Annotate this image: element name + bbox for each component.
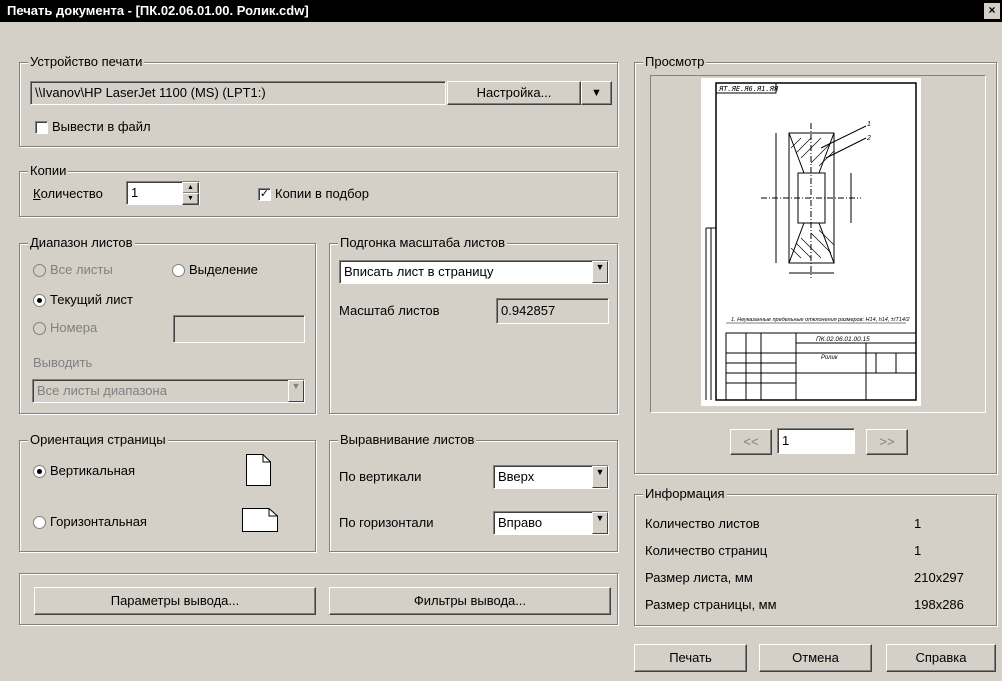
portrait-radio[interactable]: [33, 465, 46, 478]
info-label: Размер листа, мм: [645, 570, 753, 585]
chevron-down-icon: ▼: [592, 512, 608, 534]
chevron-down-icon: ▼: [592, 466, 608, 488]
print-to-file-checkbox[interactable]: [35, 121, 48, 134]
scale-label: Масштаб листов: [339, 303, 440, 318]
align-vertical-label: По вертикали: [339, 469, 422, 484]
title-bar: Печать документа - [ПК.02.06.01.00. Роли…: [0, 0, 1002, 22]
window-title: Печать документа - [ПК.02.06.01.00. Роли…: [7, 3, 309, 18]
range-legend: Диапазон листов: [28, 235, 135, 250]
setup-button[interactable]: Настройка...: [447, 81, 581, 105]
align-horizontal-label: По горизонтали: [339, 515, 434, 530]
orientation-legend: Ориентация страницы: [28, 432, 168, 447]
print-button[interactable]: Печать: [634, 644, 747, 672]
svg-text:2: 2: [866, 135, 871, 142]
range-current-label: Текущий лист: [50, 292, 133, 307]
collate-checkbox[interactable]: ✓: [258, 188, 271, 201]
stepper-down-icon[interactable]: ▼: [182, 193, 199, 205]
output-select[interactable]: Все листы диапазона ▼: [32, 379, 305, 403]
help-button[interactable]: Справка: [886, 644, 996, 672]
range-numbers-label: Номера: [50, 320, 98, 335]
prev-page-button[interactable]: <<: [730, 429, 772, 455]
page-number-field[interactable]: 1: [777, 428, 855, 454]
drawing-preview: ЯТ.ЯЕ.Я6.Я1.ЯЯ 1 2 1. Неуказанные предел…: [701, 78, 921, 406]
landscape-label: Горизонтальная: [50, 514, 147, 529]
svg-text:ЯТ.ЯЕ.Я6.Я1.ЯЯ: ЯТ.ЯЕ.Я6.Я1.ЯЯ: [718, 85, 779, 93]
orientation-group: Ориентация страницы: [19, 432, 316, 552]
chevron-right-icon: >>: [879, 434, 895, 449]
info-legend: Информация: [643, 486, 727, 501]
print-device-legend: Устройство печати: [28, 54, 145, 69]
print-to-file-label: Вывести в файл: [52, 119, 151, 134]
svg-text:Ролик: Ролик: [821, 355, 839, 361]
close-icon[interactable]: ×: [984, 3, 1000, 19]
landscape-radio[interactable]: [33, 516, 46, 529]
range-numbers-input[interactable]: [173, 315, 305, 343]
output-params-button[interactable]: Параметры вывода...: [34, 587, 316, 615]
chevron-down-icon: ▼: [592, 261, 608, 283]
cancel-button[interactable]: Отмена: [759, 644, 872, 672]
svg-text:1: 1: [867, 121, 871, 128]
align-group: Выравнивание листов: [329, 432, 618, 552]
chevron-down-icon: ▼: [591, 87, 602, 99]
chevron-down-icon: ▼: [288, 380, 304, 402]
printer-field[interactable]: \\Ivanov\HP LaserJet 1100 (MS) (LPT1:): [30, 81, 446, 105]
setup-dropdown-button[interactable]: ▼: [581, 81, 612, 105]
range-current-radio[interactable]: [33, 294, 46, 307]
range-selection-label: Выделение: [189, 262, 258, 277]
align-horizontal-select[interactable]: Вправо ▼: [493, 511, 609, 535]
range-selection-radio[interactable]: [172, 264, 185, 277]
copies-count-label: Количество: [33, 186, 103, 201]
svg-text:1. Неуказанные предельные откл: 1. Неуказанные предельные отклонения раз…: [731, 317, 910, 323]
scale-value-field[interactable]: 0.942857: [496, 298, 609, 324]
info-label: Размер страницы, мм: [645, 597, 777, 612]
range-all-radio[interactable]: [33, 264, 46, 277]
info-label: Количество страниц: [645, 543, 768, 558]
svg-text:ПК.02.06.01.00.15: ПК.02.06.01.00.15: [816, 336, 870, 343]
output-filters-button[interactable]: Фильтры вывода...: [329, 587, 611, 615]
landscape-page-icon: [242, 508, 278, 532]
output-label: Выводить: [33, 355, 93, 370]
info-value: 210x297: [914, 570, 964, 585]
info-value: 1: [914, 516, 922, 531]
info-label: Количество листов: [645, 516, 760, 531]
scale-legend: Подгонка масштаба листов: [338, 235, 507, 250]
fit-select[interactable]: Вписать лист в страницу ▼: [339, 260, 609, 284]
portrait-label: Вертикальная: [50, 463, 136, 478]
copies-legend: Копии: [28, 163, 69, 178]
info-value: 198x286: [914, 597, 964, 612]
range-all-label: Все листы: [50, 262, 113, 277]
info-value: 1: [914, 543, 922, 558]
portrait-page-icon: [246, 454, 271, 486]
align-vertical-select[interactable]: Вверх ▼: [493, 465, 609, 489]
preview-legend: Просмотр: [643, 54, 707, 69]
range-numbers-radio[interactable]: [33, 322, 46, 335]
align-legend: Выравнивание листов: [338, 432, 477, 447]
collate-label: Копии в подбор: [275, 186, 369, 201]
chevron-left-icon: <<: [743, 434, 759, 449]
copies-count-stepper[interactable]: 1 ▲ ▼: [126, 181, 200, 205]
next-page-button[interactable]: >>: [866, 429, 908, 455]
